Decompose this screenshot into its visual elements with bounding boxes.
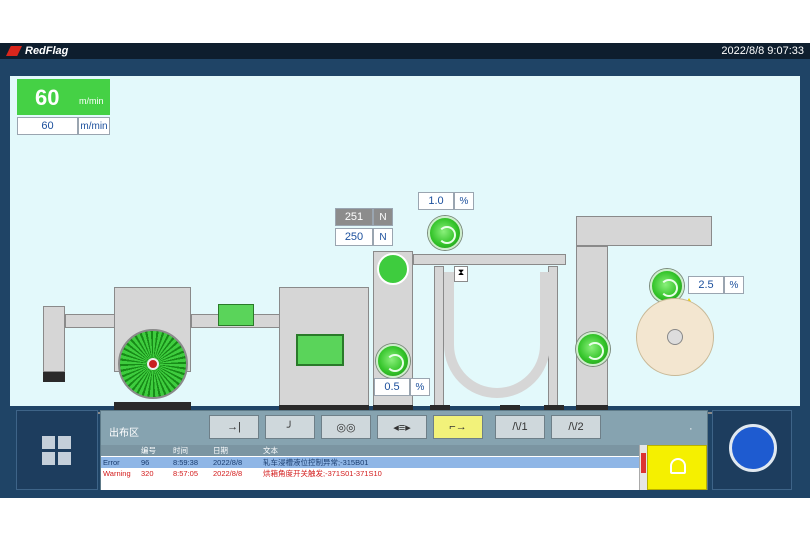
speed-unit: m/min: [79, 96, 104, 106]
round-icon: [729, 424, 777, 472]
nav-button-7[interactable]: /\/2: [551, 415, 601, 439]
speed-setpoint-unit: m/min: [78, 117, 110, 135]
dancer-top-value[interactable]: 1.0: [418, 192, 454, 210]
alarm-row[interactable]: Error 96 8:59:38 2022/8/8 轧车浸槽液位控制异常;-31…: [101, 457, 641, 468]
datetime-display: 2022/8/8 9:07:33: [721, 45, 804, 57]
brand-name: RedFlag: [25, 45, 69, 57]
home-button[interactable]: [712, 410, 792, 490]
flag-icon: [6, 46, 22, 56]
tension-actual: 251: [335, 208, 373, 226]
brand-logo: RedFlag: [6, 44, 68, 58]
bottom-panel: 出布区 →| ╯ ◎◎ ◂≡▸ ⌐→ /\/1 /\/2 · 编号 时间 日期 …: [0, 406, 810, 498]
tension-setpoint-input[interactable]: 250: [335, 228, 373, 246]
roll-center-icon: [147, 358, 159, 370]
dryer-indicator[interactable]: [296, 334, 344, 366]
j-box-curve: [444, 272, 550, 398]
alarm-ack-button[interactable]: [647, 445, 707, 490]
winder-column: [576, 246, 608, 406]
scroll-thumb[interactable]: [641, 453, 646, 473]
tension-setpoint-unit: N: [373, 228, 393, 246]
process-canvas: 60 m/min 60 m/min 251 N 250 N 0.5 % 1.0 …: [10, 76, 800, 414]
entry-rail: [65, 314, 115, 328]
dancer-right-unit: %: [724, 276, 744, 294]
batcher-roll[interactable]: [118, 329, 188, 399]
tension-sensor-icon[interactable]: [377, 253, 409, 285]
dancer-mid-value[interactable]: 0.5: [374, 378, 410, 396]
zone-label: 出布区: [109, 428, 139, 439]
speed-setpoint-input[interactable]: 60: [17, 117, 78, 135]
speed-roller-icon[interactable]: [376, 344, 410, 378]
nav-button-1[interactable]: →|: [209, 415, 259, 439]
dancer-top-roller-icon[interactable]: [428, 216, 462, 250]
nav-button-2[interactable]: ╯: [265, 415, 315, 439]
nav-button-5[interactable]: ⌐→: [433, 415, 483, 439]
alarm-row[interactable]: Warning 320 8:57:05 2022/8/8 烘箱角度开关触发;-3…: [101, 468, 641, 479]
tension-unit: N: [373, 208, 393, 226]
alarm-table: 编号 时间 日期 文本 Error 96 8:59:38 2022/8/8 轧车…: [101, 445, 641, 490]
dancer-right-value[interactable]: 2.5: [688, 276, 724, 294]
dancer-top-unit: %: [454, 192, 474, 210]
speed-display: 60 m/min: [17, 79, 110, 115]
entry-foot: [43, 372, 65, 382]
j-box-left-post: [434, 266, 444, 406]
nav-button-3[interactable]: ◎◎: [321, 415, 371, 439]
edge-guide-sensor[interactable]: [218, 304, 254, 326]
grid-icon: [42, 436, 55, 449]
bell-icon: [670, 458, 686, 474]
dancer-mid-unit: %: [410, 378, 430, 396]
nav-button-4[interactable]: ◂≡▸: [377, 415, 427, 439]
title-bar: RedFlag 2022/8/8 9:07:33: [0, 43, 810, 59]
winder-top-beam: [576, 216, 712, 246]
entry-frame: [43, 306, 65, 372]
status-dot: ·: [689, 423, 693, 435]
winder-roller-icon[interactable]: [576, 332, 610, 366]
winder-roll: [636, 298, 714, 376]
menu-button[interactable]: [16, 410, 98, 490]
nav-button-6[interactable]: /\/1: [495, 415, 545, 439]
alarm-scrollbar[interactable]: [639, 445, 647, 490]
control-panel: 出布区 →| ╯ ◎◎ ◂≡▸ ⌐→ /\/1 /\/2 · 编号 时间 日期 …: [100, 410, 708, 490]
hmi-screen: RedFlag 2022/8/8 9:07:33 60 m/min 60 m/m…: [0, 43, 810, 498]
alarm-header-row: 编号 时间 日期 文本: [101, 445, 641, 456]
j-box-top-rail: [413, 254, 566, 265]
speed-value: 60: [35, 85, 60, 110]
